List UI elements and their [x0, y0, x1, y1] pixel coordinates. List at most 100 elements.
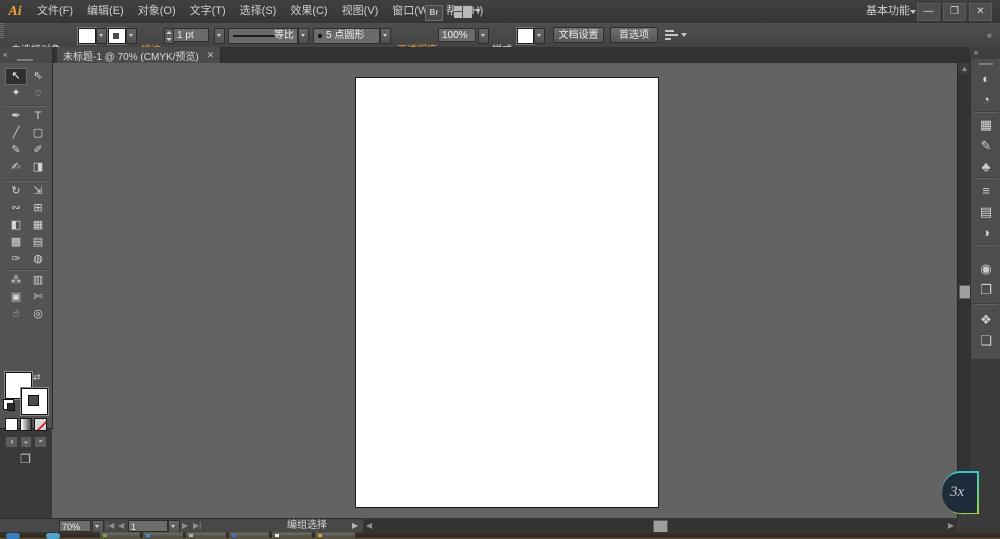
taskbar-window-2[interactable]: [143, 532, 183, 538]
draw-behind-mode[interactable]: ◒: [19, 436, 33, 448]
free-transform-tool[interactable]: ⊞: [27, 200, 49, 217]
scale-tool[interactable]: ⇲: [27, 183, 49, 200]
artboard-number-input[interactable]: 1: [128, 520, 168, 532]
menu-edit[interactable]: 编辑(E): [80, 0, 131, 23]
type-tool[interactable]: T: [27, 108, 49, 125]
dock-header[interactable]: «: [970, 47, 1000, 59]
artboards-panel-icon[interactable]: ❏: [971, 330, 1000, 351]
mesh-tool[interactable]: ▩: [5, 234, 27, 251]
appearance-panel-icon[interactable]: ◉: [971, 258, 1000, 279]
paintbrush-tool[interactable]: ✎: [5, 142, 27, 159]
default-colors-icon[interactable]: [3, 399, 15, 411]
symbols-panel-icon[interactable]: ♣: [971, 156, 1000, 177]
gradient-tool[interactable]: ▤: [27, 234, 49, 251]
eyedropper-tool[interactable]: ✑: [5, 251, 27, 268]
document-tab[interactable]: 未标题-1 @ 70% (CMYK/预览) ✕: [57, 47, 222, 63]
bridge-icon[interactable]: Br: [425, 5, 443, 21]
opacity-input[interactable]: 100%: [438, 28, 476, 42]
preferences-button[interactable]: 首选项: [610, 27, 658, 43]
selection-tool[interactable]: ↖: [5, 68, 27, 85]
stroke-color-box[interactable]: [21, 388, 48, 415]
menu-view[interactable]: 视图(V): [335, 0, 386, 23]
taskbar-quick-1[interactable]: [6, 533, 20, 539]
taskbar-window-3[interactable]: [186, 532, 226, 538]
shape-builder-tool[interactable]: ◧: [5, 217, 27, 234]
menu-file[interactable]: 文件(F): [30, 0, 80, 23]
stroke-weight-input[interactable]: 1 pt: [173, 28, 209, 42]
canvas-area[interactable]: [52, 63, 957, 518]
direct-selection-tool[interactable]: ⇖: [27, 68, 49, 85]
blob-brush-tool[interactable]: ✍: [5, 159, 27, 176]
stroke-weight-dropdown[interactable]: [214, 28, 225, 44]
fill-swatch-dropdown[interactable]: [96, 28, 107, 44]
swatches-panel-icon[interactable]: ▦: [971, 114, 1000, 135]
scroll-right-arrow[interactable]: ▶: [945, 520, 957, 531]
vertical-scrollbar[interactable]: ▲ ▼: [957, 63, 972, 518]
artboard-tool[interactable]: ▣: [5, 289, 27, 306]
horizontal-scrollbar[interactable]: ◀ ▶: [363, 519, 957, 533]
gradient-color-mode[interactable]: [19, 418, 33, 431]
blend-tool[interactable]: ◍: [27, 251, 49, 268]
arrange-documents-icon[interactable]: [454, 5, 472, 18]
align-chevron-down-icon[interactable]: [681, 33, 687, 37]
graphic-style-dropdown[interactable]: [534, 28, 545, 44]
taskbar-window-6[interactable]: [315, 532, 355, 538]
taskbar-window-5[interactable]: [272, 532, 312, 538]
symbol-sprayer-tool[interactable]: ⁂: [5, 272, 27, 289]
draw-inside-mode[interactable]: ◓: [34, 436, 48, 448]
rectangle-tool[interactable]: ▢: [27, 125, 49, 142]
draw-normal-mode[interactable]: ◑: [5, 436, 18, 448]
opacity-dropdown[interactable]: [478, 28, 489, 44]
perspective-grid-tool[interactable]: ▦: [27, 217, 49, 234]
close-icon[interactable]: ✕: [207, 50, 215, 61]
menu-type[interactable]: 文字(T): [183, 0, 233, 23]
none-color-mode[interactable]: [34, 418, 48, 431]
scroll-left-arrow[interactable]: ◀: [363, 520, 375, 531]
status-popup-arrow-icon[interactable]: ▶: [352, 521, 358, 530]
lasso-tool[interactable]: ◌: [27, 85, 49, 102]
dock-grip[interactable]: [979, 63, 993, 65]
graphic-style-swatch[interactable]: [517, 28, 534, 44]
workspace-switcher[interactable]: 基本功能: [866, 0, 910, 23]
swap-fill-stroke-icon[interactable]: ⇄: [33, 372, 41, 383]
screen-mode-icon[interactable]: ❐: [17, 452, 34, 466]
rotate-tool[interactable]: ↻: [5, 183, 27, 200]
stroke-swatch-dropdown[interactable]: [126, 28, 137, 44]
first-artboard-button[interactable]: |◀: [106, 520, 114, 532]
magic-wand-tool[interactable]: ✦: [5, 85, 27, 102]
stroke-profile-dropdown[interactable]: [298, 28, 309, 44]
tools-panel-header[interactable]: «: [0, 47, 52, 63]
document-setup-button[interactable]: 文档设置: [553, 27, 604, 43]
color-panel-icon[interactable]: ◐: [971, 68, 1000, 89]
width-tool[interactable]: ∾: [5, 200, 27, 217]
menu-select[interactable]: 选择(S): [233, 0, 284, 23]
zoom-tool[interactable]: ◎: [27, 306, 49, 323]
taskbar-window-1[interactable]: [100, 532, 140, 538]
fill-color-mode[interactable]: [5, 418, 18, 431]
pen-tool[interactable]: ✒: [5, 108, 27, 125]
stroke-color-swatch[interactable]: [108, 28, 126, 44]
control-bar-grip[interactable]: [0, 23, 4, 39]
brush-definition-dropdown[interactable]: [380, 28, 391, 44]
stroke-profile-select[interactable]: 等比: [228, 28, 298, 44]
tools-panel-grip[interactable]: [17, 59, 33, 61]
menu-effect[interactable]: 效果(C): [283, 0, 334, 23]
taskbar-window-4[interactable]: [229, 532, 269, 538]
pencil-tool[interactable]: ✐: [27, 142, 49, 159]
gradient-panel-icon[interactable]: ▤: [971, 201, 1000, 222]
tools-collapse-icon[interactable]: «: [3, 50, 7, 59]
align-options-icon[interactable]: [665, 30, 678, 40]
brush-definition-select[interactable]: 5 点圆形: [313, 28, 380, 44]
zoom-level-input[interactable]: 70%: [59, 520, 91, 532]
close-button[interactable]: ✕: [969, 2, 992, 21]
menu-object[interactable]: 对象(O): [131, 0, 183, 23]
next-artboard-button[interactable]: ▶: [182, 520, 188, 532]
fill-color-swatch[interactable]: [78, 28, 96, 44]
transparency-panel-icon[interactable]: ◑: [971, 222, 1000, 243]
graphic-styles-panel-icon[interactable]: ❐: [971, 279, 1000, 300]
artboard[interactable]: [355, 77, 659, 508]
restore-button[interactable]: ❐: [943, 2, 966, 21]
taskbar-quick-2[interactable]: [46, 533, 60, 539]
previous-artboard-button[interactable]: ◀: [118, 520, 124, 532]
stroke-panel-icon[interactable]: ≡: [971, 180, 1000, 201]
